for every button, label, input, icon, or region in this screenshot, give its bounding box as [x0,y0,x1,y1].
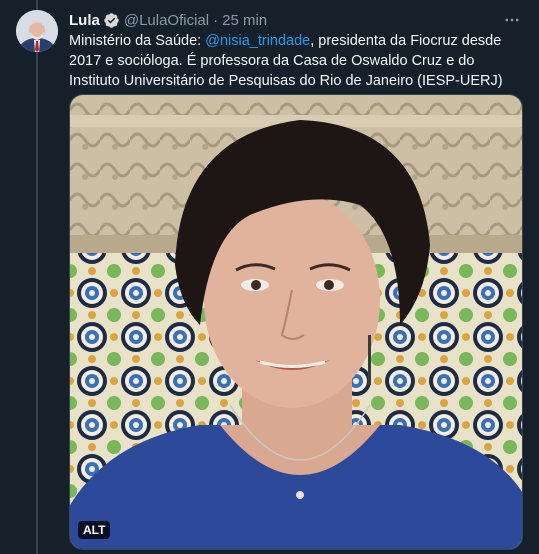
more-horizontal-icon [505,18,519,22]
author-handle[interactable]: @LulaOficial [124,12,209,29]
alt-text-badge[interactable]: ALT [78,521,111,539]
separator-dot: · [213,11,219,29]
tweet-image[interactable]: ALT [69,94,523,550]
more-options-button[interactable] [502,10,522,30]
verified-badge-icon [104,12,119,28]
tweet-text: Ministério da Saúde: @nisia_trindade, pr… [69,31,521,91]
tweet-text-before: Ministério da Saúde: [69,33,206,49]
tweet-header: Lula @LulaOficial · 25 min [69,10,267,30]
author-name[interactable]: Lula [69,12,100,29]
tweet-timestamp[interactable]: 25 min [222,12,267,29]
avatar-image [16,10,58,52]
thread-connector-line [36,0,38,554]
avatar[interactable] [16,10,58,52]
portrait-photo [70,95,522,549]
mention-link[interactable]: @nisia_trindade [205,33,310,49]
